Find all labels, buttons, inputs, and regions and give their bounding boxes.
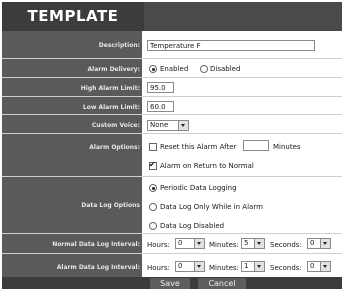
row-divider [2,176,342,177]
alarm-options-label: Alarm Options: [89,144,140,151]
return-normal-checkbox[interactable] [149,160,157,170]
alarm-minutes-label: Minutes: [209,264,239,272]
row-divider [2,58,342,59]
alarm-delivery-disabled-label: Disabled [210,65,241,73]
alarm-hours-select[interactable]: 0 [175,261,205,272]
normal-seconds-label: Seconds: [270,241,302,249]
normal-minutes-value: 5 [244,239,249,247]
data-log-label: Data Log Options [81,202,140,209]
chevron-down-icon[interactable] [254,239,264,248]
low-alarm-label: Low Alarm Limit: [82,104,140,111]
alarm-interval-label: Alarm Data Log Interval: [56,264,140,271]
row-divider [2,96,342,97]
alarm-delivery-disabled-radio[interactable] [200,65,208,73]
log-in-alarm-label: Data Log Only While in Alarm [160,203,263,211]
normal-hours-select[interactable]: 0 [175,238,205,249]
save-button[interactable]: Save [150,278,190,289]
periodic-logging-radio[interactable] [149,184,157,192]
alarm-hours-label: Hours: [147,264,170,272]
reset-alarm-checkbox[interactable] [149,143,157,151]
row-divider [2,133,342,134]
alarm-seconds-value: 0 [310,262,315,270]
log-in-alarm-radio[interactable] [149,203,157,211]
chevron-down-icon[interactable] [194,262,204,271]
chevron-down-icon[interactable] [320,262,330,271]
alarm-minutes-select[interactable]: 1 [241,261,265,272]
low-alarm-input[interactable]: 60.0 [147,101,174,112]
normal-hours-label: Hours: [147,241,170,249]
log-disabled-radio[interactable] [149,222,157,230]
title-bar-filler [144,2,342,31]
row-divider [2,233,342,234]
template-dialog: TEMPLATE Description: Temperature F Alar… [0,0,344,289]
chevron-down-icon[interactable] [178,121,188,130]
description-label: Description: [98,42,140,49]
normal-seconds-value: 0 [310,239,315,247]
chevron-down-icon[interactable] [194,239,204,248]
alarm-minutes-value: 1 [244,262,249,270]
normal-interval-label: Normal Data Log Interval: [52,241,140,248]
row-divider [2,114,342,115]
alarm-seconds-select[interactable]: 0 [307,261,331,272]
description-input[interactable]: Temperature F [147,40,315,51]
alarm-hours-value: 0 [178,262,183,270]
return-normal-label: Alarm on Return to Normal [160,162,254,170]
reset-alarm-label: Reset this Alarm After [160,143,237,151]
log-disabled-label: Data Log Disabled [160,222,225,230]
normal-seconds-select[interactable]: 0 [307,238,331,249]
alarm-delivery-enabled-label: Enabled [160,65,189,73]
periodic-logging-label: Periodic Data Logging [160,184,237,192]
alarm-delivery-label: Alarm Delivery: [87,66,140,73]
high-alarm-input[interactable]: 95.0 [147,82,174,93]
chevron-down-icon[interactable] [320,239,330,248]
title-bar: TEMPLATE [2,2,342,31]
cancel-button[interactable]: Cancel [198,278,246,289]
high-alarm-label: High Alarm Limit: [80,85,140,92]
custom-voice-select[interactable]: None [147,120,189,131]
alarm-seconds-label: Seconds: [270,264,302,272]
reset-minutes-unit: Minutes [273,143,301,151]
normal-hours-value: 0 [178,239,183,247]
custom-voice-label: Custom Voice: [91,122,140,129]
custom-voice-value: None [150,121,169,129]
normal-minutes-select[interactable]: 5 [241,238,265,249]
reset-minutes-input[interactable] [243,140,269,151]
row-divider [2,253,342,254]
normal-minutes-label: Minutes: [209,241,239,249]
page-title: TEMPLATE [2,2,144,31]
row-divider [2,77,342,78]
chevron-down-icon[interactable] [254,262,264,271]
alarm-delivery-enabled-radio[interactable] [149,65,157,73]
